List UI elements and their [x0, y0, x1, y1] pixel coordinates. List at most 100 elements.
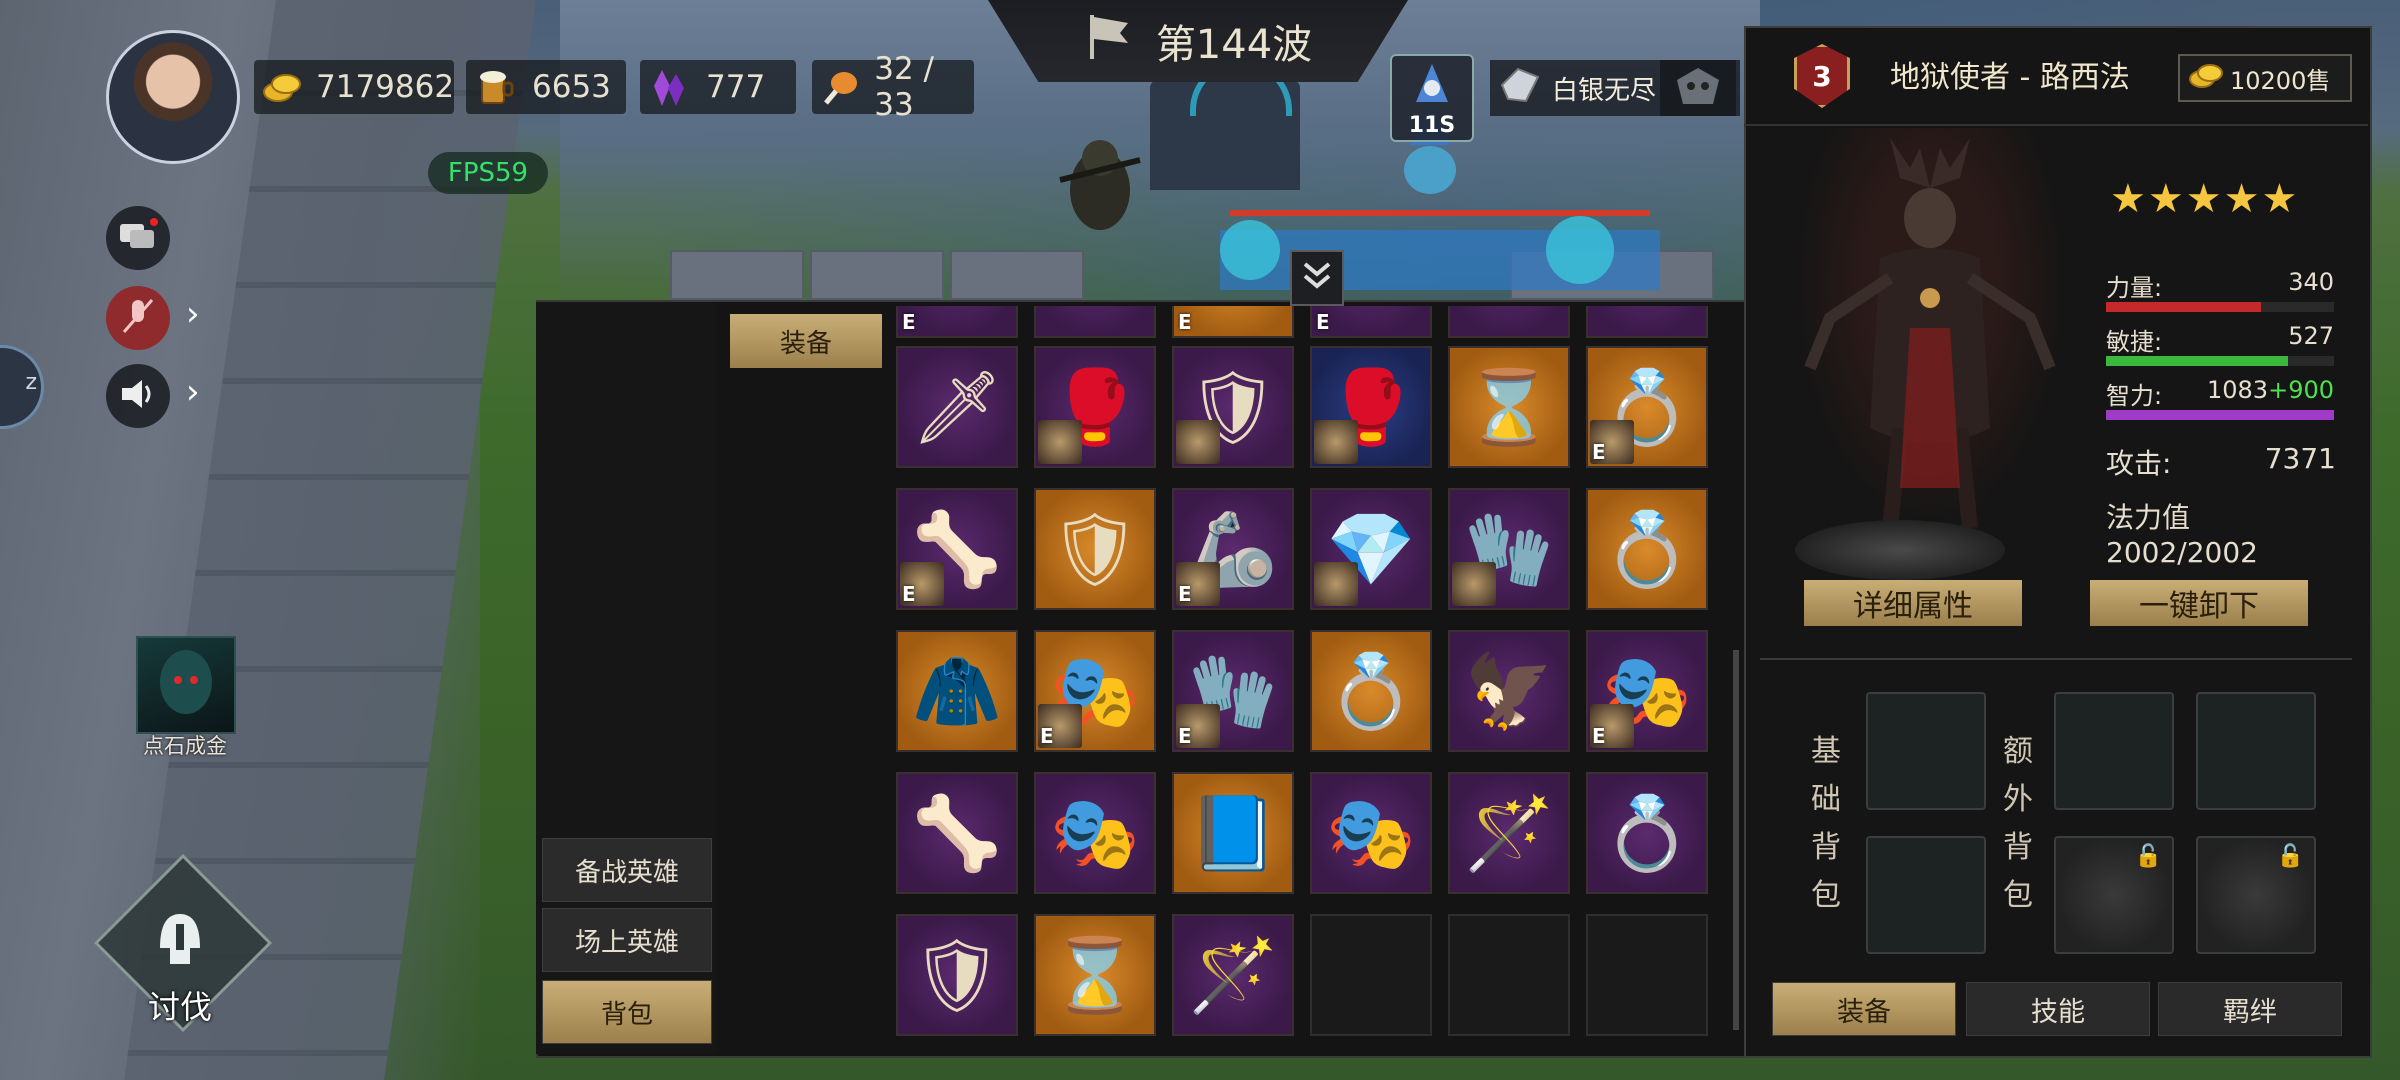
- agility-bar: [2106, 356, 2334, 366]
- intelligence-value-group: 1083+900: [2207, 376, 2334, 404]
- boss-timer: 11S: [1390, 54, 1474, 142]
- item-slot[interactable]: 🧥: [896, 630, 1018, 752]
- alchemy-hero-portrait[interactable]: [136, 636, 236, 734]
- bracer-icon: 🦴: [912, 791, 1002, 875]
- tab-backpack[interactable]: 背包: [542, 980, 712, 1044]
- tab-reserve-heroes[interactable]: 备战英雄: [542, 838, 712, 902]
- hourglass-icon: ⌛: [1050, 933, 1140, 1017]
- extra-pack-slot-locked[interactable]: 🔓: [2196, 836, 2316, 954]
- item-slot-partial[interactable]: E: [1310, 306, 1432, 338]
- strength-value: 340: [2288, 268, 2334, 296]
- chevron-right-icon[interactable]: ›: [186, 372, 200, 412]
- item-slot[interactable]: ⌛: [1448, 346, 1570, 468]
- item-slot-partial[interactable]: [1034, 306, 1156, 338]
- item-slot[interactable]: 🪄: [1172, 914, 1294, 1036]
- item-slot[interactable]: 💍: [1586, 488, 1708, 610]
- extra-pack-slot[interactable]: [2054, 692, 2174, 810]
- extra-pack-slot-locked[interactable]: 🔓: [2054, 836, 2174, 954]
- intelligence-value: 1083: [2207, 376, 2269, 404]
- item-slot[interactable]: 🦅: [1448, 630, 1570, 752]
- player-avatar[interactable]: [106, 30, 240, 164]
- item-slot[interactable]: 🎭 E: [1586, 630, 1708, 752]
- unequip-all-button[interactable]: 一键卸下: [2090, 580, 2308, 626]
- item-slot[interactable]: 💎: [1310, 488, 1432, 610]
- item-slot[interactable]: 🎭 E: [1034, 630, 1156, 752]
- base-pack-char: 包: [1811, 878, 1841, 913]
- equipped-hero-portrait: [1176, 420, 1220, 464]
- crystal-amount: 777: [706, 69, 766, 105]
- mode-label: 白银无尽: [1552, 75, 1657, 106]
- sell-price: 10200售: [2230, 66, 2331, 95]
- mask-icon: 🎭: [1050, 791, 1140, 875]
- item-slot[interactable]: 🛡: [1172, 346, 1294, 468]
- e-marker: E: [902, 582, 916, 606]
- stat-attack: 攻击: 7371: [2106, 442, 2336, 482]
- attack-label: 攻击:: [2106, 447, 2172, 480]
- speaker-icon: [118, 376, 158, 416]
- double-chevron-down-icon: [1299, 258, 1335, 298]
- item-slot[interactable]: 🦴 E: [896, 488, 1018, 610]
- item-slot[interactable]: 🛡: [1034, 488, 1156, 610]
- intelligence-bar-fill: [2106, 410, 2334, 420]
- fps-indicator: FPS59: [428, 152, 548, 194]
- item-slot[interactable]: 🎭: [1310, 772, 1432, 894]
- item-grid: E E E 🗡 🥊 🛡 🥊 ⌛ 💍 E 🦴 E 🛡 🦾 E 💎 🧤 💍 🧥 🎭 E 🧤 E 💍 🦅 🎭 E 🦴 🎭 📘 🎭 🪄 💍 🛡 ⌛ 🪄: [890, 306, 1710, 1054]
- item-slot[interactable]: 💍: [1310, 630, 1432, 752]
- item-slot[interactable]: ⌛: [1034, 914, 1156, 1036]
- e-marker: E: [1316, 310, 1330, 334]
- chevron-right-icon[interactable]: ›: [186, 294, 200, 334]
- intelligence-bar: [2106, 410, 2334, 420]
- demon-emblem-button[interactable]: [1660, 60, 1736, 116]
- item-slot[interactable]: 💍 E: [1586, 346, 1708, 468]
- item-slot[interactable]: 🪄: [1448, 772, 1570, 894]
- item-slot[interactable]: 🗡: [896, 346, 1018, 468]
- meat-drumstick-icon: [820, 65, 860, 109]
- item-slot[interactable]: 🥊: [1034, 346, 1156, 468]
- collapse-panel-button[interactable]: [1290, 250, 1344, 306]
- item-slot[interactable]: 🦴: [896, 772, 1018, 894]
- speaker-button[interactable]: [106, 364, 170, 428]
- agility-value: 527: [2288, 322, 2334, 350]
- item-slot[interactable]: 🛡: [896, 914, 1018, 1036]
- population-resource: 32 / 33: [812, 51, 974, 123]
- empty-item-slot[interactable]: [1310, 914, 1432, 1036]
- item-slot-partial[interactable]: E: [1172, 306, 1294, 338]
- equipment-category-button[interactable]: 装备: [730, 314, 882, 368]
- base-pack-slot[interactable]: [1866, 836, 1986, 954]
- hero-tab-skills[interactable]: 技能: [1966, 982, 2150, 1036]
- item-slot-partial[interactable]: E: [896, 306, 1018, 338]
- tab-field-heroes[interactable]: 场上英雄: [542, 908, 712, 972]
- item-slot[interactable]: 🦾 E: [1172, 488, 1294, 610]
- item-slot[interactable]: 📘: [1172, 772, 1294, 894]
- chat-bubble-icon: [118, 218, 158, 258]
- detail-attributes-button[interactable]: 详细属性: [1804, 580, 2022, 626]
- lock-icon: 🔓: [2134, 844, 2162, 869]
- item-slot[interactable]: 🧤: [1448, 488, 1570, 610]
- equipped-hero-portrait: [1452, 562, 1496, 606]
- extra-pack-char: 外: [2003, 782, 2033, 817]
- empty-item-slot[interactable]: [1586, 914, 1708, 1036]
- item-slot[interactable]: 🥊: [1310, 346, 1432, 468]
- item-slot-partial[interactable]: [1448, 306, 1570, 338]
- item-slot[interactable]: 💍: [1586, 772, 1708, 894]
- hero-tab-bonds[interactable]: 羁绊: [2158, 982, 2342, 1036]
- hero-tab-equipment[interactable]: 装备: [1772, 982, 1956, 1036]
- extra-pack-slot[interactable]: [2196, 692, 2316, 810]
- wave-number: 第144波: [1155, 22, 1313, 68]
- ring-icon: 💍: [1602, 507, 1692, 591]
- book-icon: 📘: [1188, 791, 1278, 875]
- mic-toggle-button[interactable]: [106, 286, 170, 350]
- empty-item-slot[interactable]: [1448, 914, 1570, 1036]
- item-slot[interactable]: 🧤 E: [1172, 630, 1294, 752]
- extra-pack-char: 额: [2003, 734, 2033, 769]
- item-slot[interactable]: 🎭: [1034, 772, 1156, 894]
- demon-emblem-icon: [1673, 64, 1723, 112]
- e-marker: E: [1592, 724, 1606, 748]
- base-pack-slot[interactable]: [1866, 692, 1986, 810]
- attack-value: 7371: [2264, 442, 2336, 475]
- sell-price-button[interactable]: 10200售: [2178, 54, 2352, 102]
- chat-button[interactable]: [106, 206, 170, 270]
- floor-tile: [810, 250, 944, 300]
- inventory-scrollbar[interactable]: [1733, 650, 1739, 1030]
- item-slot-partial[interactable]: [1586, 306, 1708, 338]
